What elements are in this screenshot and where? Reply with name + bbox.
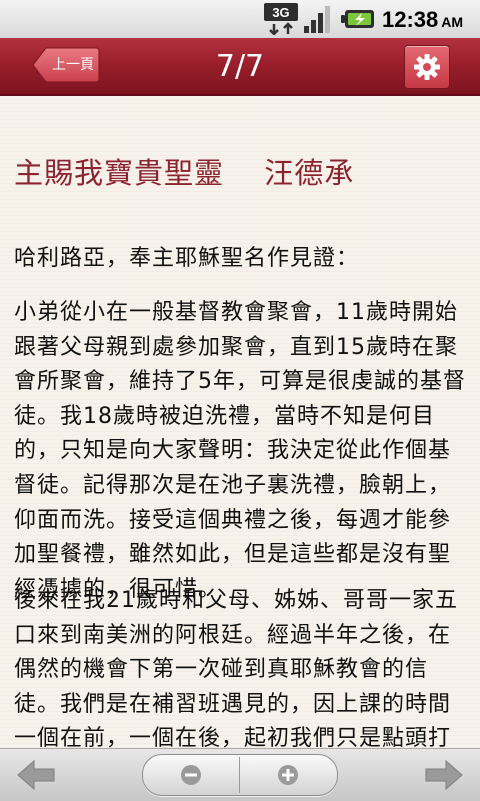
status-bar: 3G 12:38 AM [0,0,480,39]
signal-strength-icon [304,6,330,33]
clock: 12:38 AM [382,7,464,32]
svg-text:3G: 3G [272,5,289,20]
article-paragraph: 後來在我21歲時和父母、姊姊、哥哥一家五口來到南美洲的阿根廷。經過半年之後，在偶… [14,588,458,748]
battery-charging-icon [341,10,374,28]
zoom-controls [142,754,338,796]
zoom-out-icon [181,765,201,785]
arrow-right-icon[interactable] [424,759,464,791]
previous-page-label: 上一頁 [52,57,94,73]
zoom-out-button[interactable] [143,755,239,795]
article-paragraph: 哈利路亞，奉主耶穌聖名作見證： [14,246,360,271]
arrow-left-icon[interactable] [16,759,56,791]
bottom-toolbar [0,748,480,801]
article-content[interactable]: 主賜我寶貴聖靈 汪德承 哈利路亞，奉主耶穌聖名作見證： 小弟從小在一般基督教會聚… [0,96,480,748]
article-title: 主賜我寶貴聖靈 汪德承 [14,156,355,190]
article-paragraph: 小弟從小在一般基督教會聚會，11歲時開始跟著父母親到處參加聚會，直到15歲時在聚… [14,300,466,602]
gear-icon [414,54,440,80]
settings-button[interactable] [404,45,450,89]
zoom-in-icon [278,765,298,785]
previous-page-button[interactable]: 上一頁 [32,47,100,83]
page-indicator: 7/7 [215,49,265,84]
reader-header: 上一頁 7/7 [0,38,480,96]
zoom-in-button[interactable] [240,755,337,795]
network-3g-icon: 3G [264,3,298,35]
